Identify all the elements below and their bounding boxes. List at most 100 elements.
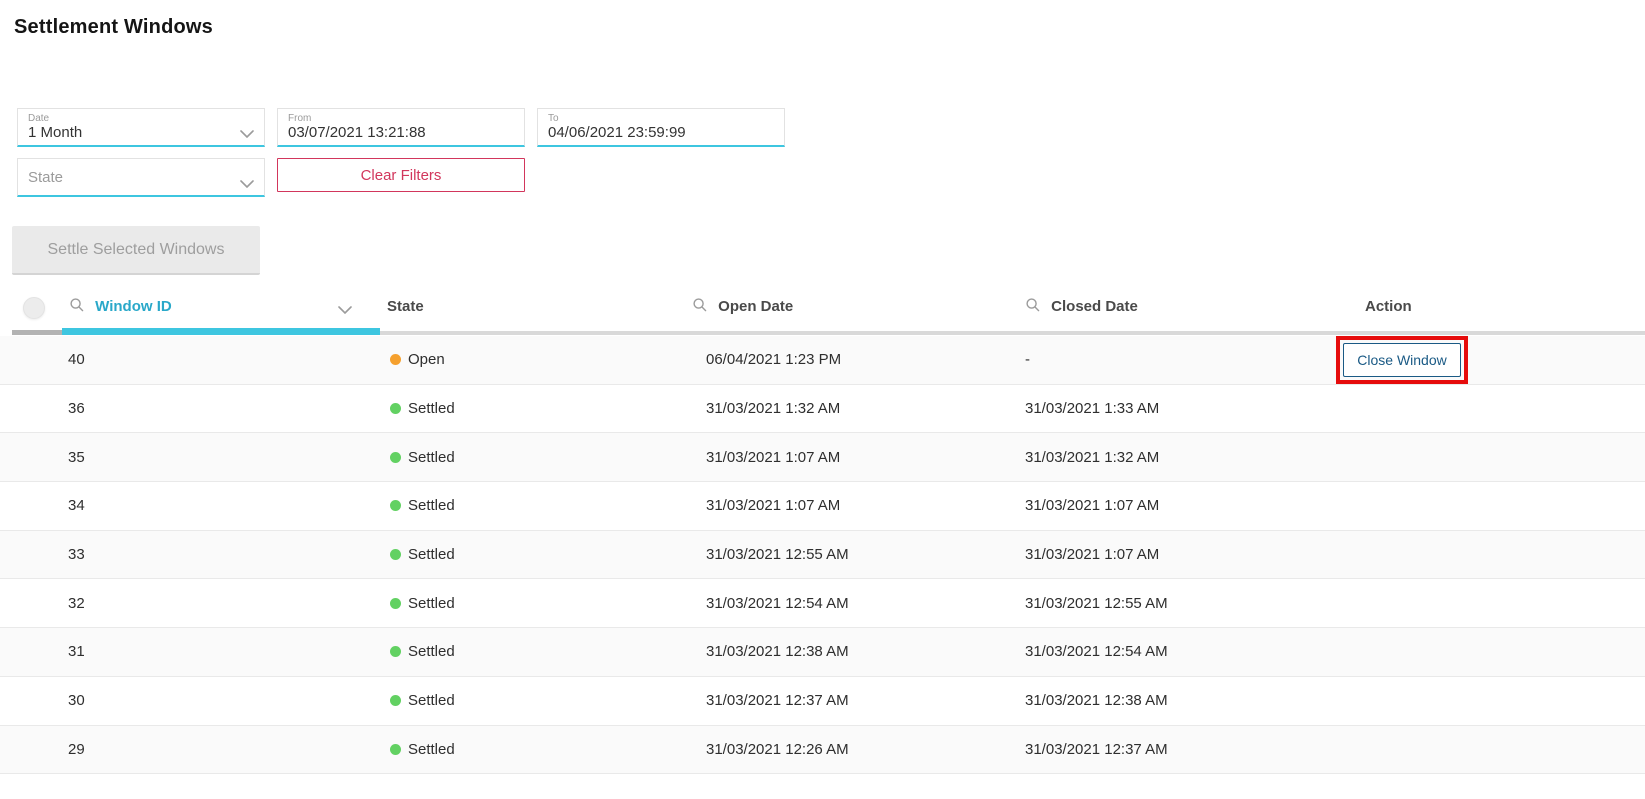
cell-state-label: Open <box>408 351 445 368</box>
search-icon[interactable] <box>693 299 711 316</box>
column-header-action-label: Action <box>1365 298 1412 315</box>
cell-open-date: 31/03/2021 12:26 AM <box>706 726 849 774</box>
state-dot <box>390 598 401 609</box>
table-row: 34 Settled 31/03/2021 1:07 AM 31/03/2021… <box>0 482 1645 531</box>
table-row: 30 Settled 31/03/2021 12:37 AM 31/03/202… <box>0 677 1645 726</box>
column-header-open-date[interactable]: Open Date <box>693 298 793 316</box>
sort-direction-icon[interactable] <box>338 301 352 319</box>
date-select-value: 1 Month <box>28 124 254 142</box>
state-dot <box>390 403 401 414</box>
cell-state-label: Settled <box>408 400 455 417</box>
to-date-label: To <box>548 113 774 124</box>
column-header-open-date-label: Open Date <box>718 298 793 315</box>
sorted-column-underline <box>62 328 380 335</box>
state-dot <box>390 744 401 755</box>
cell-action <box>1337 433 1467 481</box>
state-select-placeholder: State <box>28 163 254 187</box>
cell-state-label: Settled <box>408 741 455 758</box>
cell-state: Settled <box>390 385 455 433</box>
cell-open-date: 31/03/2021 12:37 AM <box>706 677 849 725</box>
cell-open-date: 06/04/2021 1:23 PM <box>706 336 841 384</box>
cell-action <box>1337 385 1467 433</box>
cell-action <box>1337 628 1467 676</box>
state-dot <box>390 695 401 706</box>
cell-open-date: 31/03/2021 1:07 AM <box>706 433 840 481</box>
state-dot <box>390 500 401 511</box>
cell-window-id: 35 <box>68 433 85 481</box>
cell-closed-date: - <box>1025 336 1030 384</box>
search-icon[interactable] <box>1026 299 1044 316</box>
cell-action <box>1337 726 1467 774</box>
state-dot <box>390 549 401 560</box>
chevron-down-icon <box>240 175 254 193</box>
cell-closed-date: 31/03/2021 12:38 AM <box>1025 677 1168 725</box>
cell-state: Open <box>390 336 445 384</box>
search-icon[interactable] <box>70 299 88 316</box>
cell-action <box>1337 579 1467 627</box>
cell-state: Settled <box>390 628 455 676</box>
date-select-label: Date <box>28 113 254 124</box>
header-underline-checkbox-column <box>12 330 62 335</box>
cell-window-id: 29 <box>68 726 85 774</box>
cell-closed-date: 31/03/2021 1:32 AM <box>1025 433 1159 481</box>
from-date-label: From <box>288 113 514 124</box>
cell-window-id: 40 <box>68 336 85 384</box>
cell-window-id: 31 <box>68 628 85 676</box>
cell-state-label: Settled <box>408 692 455 709</box>
cell-state: Settled <box>390 677 455 725</box>
table-row: 40 Open 06/04/2021 1:23 PM - Close Windo… <box>0 336 1645 385</box>
cell-state: Settled <box>390 482 455 530</box>
cell-closed-date: 31/03/2021 1:33 AM <box>1025 385 1159 433</box>
to-date-value: 04/06/2021 23:59:99 <box>548 124 774 142</box>
settlement-windows-page: Settlement Windows Date 1 Month From 03/… <box>0 0 1645 799</box>
cell-open-date: 31/03/2021 12:38 AM <box>706 628 849 676</box>
to-date-input[interactable]: To 04/06/2021 23:59:99 <box>537 108 785 147</box>
column-header-closed-date-label: Closed Date <box>1051 298 1138 315</box>
annotation-highlight-box: Close Window <box>1336 336 1467 384</box>
cell-action <box>1337 677 1467 725</box>
cell-open-date: 31/03/2021 1:32 AM <box>706 385 840 433</box>
cell-state-label: Settled <box>408 449 455 466</box>
close-window-button[interactable]: Close Window <box>1343 343 1460 377</box>
cell-window-id: 32 <box>68 579 85 627</box>
cell-state: Settled <box>390 726 455 774</box>
cell-closed-date: 31/03/2021 12:54 AM <box>1025 628 1168 676</box>
filters-row-2: State Clear Filters <box>17 158 525 197</box>
state-select[interactable]: State <box>17 158 265 197</box>
column-header-window-id-label: Window ID <box>95 298 172 315</box>
cell-closed-date: 31/03/2021 1:07 AM <box>1025 531 1159 579</box>
from-date-input[interactable]: From 03/07/2021 13:21:88 <box>277 108 525 147</box>
clear-filters-button[interactable]: Clear Filters <box>277 158 525 192</box>
cell-closed-date: 31/03/2021 1:07 AM <box>1025 482 1159 530</box>
column-header-state[interactable]: State <box>387 298 424 315</box>
cell-window-id: 36 <box>68 385 85 433</box>
date-select[interactable]: Date 1 Month <box>17 108 265 147</box>
cell-window-id: 34 <box>68 482 85 530</box>
table-row: 31 Settled 31/03/2021 12:38 AM 31/03/202… <box>0 628 1645 677</box>
settle-selected-windows-button[interactable]: Settle Selected Windows <box>12 226 260 275</box>
table-row: 32 Settled 31/03/2021 12:54 AM 31/03/202… <box>0 579 1645 628</box>
table-row: 36 Settled 31/03/2021 1:32 AM 31/03/2021… <box>0 385 1645 434</box>
chevron-down-icon <box>240 125 254 143</box>
cell-closed-date: 31/03/2021 12:37 AM <box>1025 726 1168 774</box>
table-row: 35 Settled 31/03/2021 1:07 AM 31/03/2021… <box>0 433 1645 482</box>
state-dot <box>390 354 401 365</box>
column-header-state-label: State <box>387 298 424 315</box>
cell-open-date: 31/03/2021 12:54 AM <box>706 579 849 627</box>
cell-action: Close Window <box>1337 336 1467 384</box>
table-header: Window ID State Open Date Closed Date Ac… <box>0 283 1645 336</box>
cell-action <box>1337 482 1467 530</box>
page-title: Settlement Windows <box>14 16 213 39</box>
filters-row-1: Date 1 Month From 03/07/2021 13:21:88 To… <box>17 108 785 147</box>
table-row: 29 Settled 31/03/2021 12:26 AM 31/03/202… <box>0 726 1645 775</box>
from-date-value: 03/07/2021 13:21:88 <box>288 124 514 142</box>
column-header-closed-date[interactable]: Closed Date <box>1026 298 1138 316</box>
cell-open-date: 31/03/2021 1:07 AM <box>706 482 840 530</box>
table-row: 33 Settled 31/03/2021 12:55 AM 31/03/202… <box>0 531 1645 580</box>
cell-closed-date: 31/03/2021 12:55 AM <box>1025 579 1168 627</box>
column-header-window-id[interactable]: Window ID <box>70 298 172 316</box>
select-all-checkbox[interactable] <box>23 297 45 319</box>
settlement-windows-table: Window ID State Open Date Closed Date Ac… <box>0 283 1645 774</box>
cell-state-label: Settled <box>408 595 455 612</box>
cell-open-date: 31/03/2021 12:55 AM <box>706 531 849 579</box>
